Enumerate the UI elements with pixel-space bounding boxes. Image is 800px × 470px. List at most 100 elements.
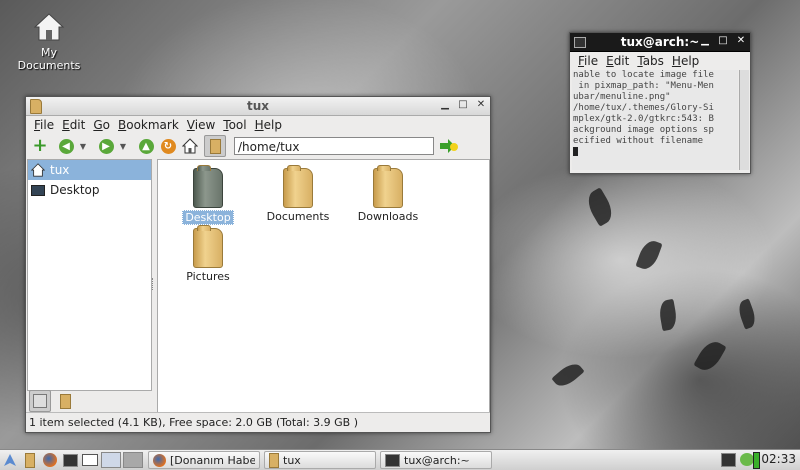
go-button[interactable] bbox=[439, 136, 459, 156]
maximize-button[interactable]: □ bbox=[718, 36, 728, 46]
terminal-cursor bbox=[573, 147, 578, 156]
file-name: Desktop bbox=[182, 210, 234, 225]
reload-button[interactable]: ↻ bbox=[158, 136, 178, 156]
tree-tab[interactable] bbox=[55, 391, 75, 411]
places-tab[interactable] bbox=[29, 390, 51, 412]
terminal-icon bbox=[385, 453, 400, 467]
menu-tabs[interactable]: Tabs bbox=[633, 54, 668, 68]
close-button[interactable]: ✕ bbox=[736, 36, 746, 46]
wallpaper-leaf bbox=[635, 237, 663, 273]
arch-logo-icon bbox=[4, 454, 16, 466]
taskbar-item-label: [Donanım Habe... bbox=[170, 453, 255, 467]
forward-button[interactable]: ▶ bbox=[96, 136, 116, 156]
terminal-icon bbox=[62, 453, 78, 467]
taskbar: [Donanım Habe... tux tux@arch:~ 02:33 bbox=[0, 449, 800, 470]
menu-go[interactable]: Go bbox=[89, 118, 114, 132]
side-pane-tabs bbox=[27, 390, 152, 412]
plus-icon: + bbox=[32, 135, 48, 156]
tray-monitor[interactable] bbox=[721, 453, 736, 467]
workspace-2[interactable] bbox=[123, 452, 143, 468]
close-button[interactable]: ✕ bbox=[476, 100, 486, 110]
desktop-icon-my-documents[interactable]: My Documents bbox=[8, 12, 90, 72]
file-manager-titlebar[interactable]: tux ▁ □ ✕ bbox=[26, 97, 490, 116]
menu-edit[interactable]: Edit bbox=[58, 118, 89, 132]
app-menu-button[interactable] bbox=[1, 452, 19, 468]
terminal-titlebar[interactable]: tux@arch:~ ▁ □ ✕ bbox=[570, 33, 750, 52]
menu-file[interactable]: File bbox=[30, 118, 58, 132]
browser-launcher[interactable] bbox=[41, 452, 59, 468]
file-item-pictures[interactable]: Pictures bbox=[168, 225, 248, 283]
sidebar-item-desktop[interactable]: Desktop bbox=[28, 180, 151, 200]
menu-help[interactable]: Help bbox=[251, 118, 286, 132]
file-item-desktop[interactable]: Desktop bbox=[168, 165, 248, 225]
tray-battery[interactable] bbox=[753, 452, 760, 469]
taskbar-item-terminal[interactable]: tux@arch:~ bbox=[380, 451, 492, 469]
menu-edit[interactable]: Edit bbox=[602, 54, 633, 68]
menu-tool[interactable]: Tool bbox=[219, 118, 250, 132]
sidebar-item-label: tux bbox=[50, 163, 70, 177]
file-view: Desktop Documents Downloads Pictures bbox=[157, 159, 490, 413]
desktop-icon-label: My Documents bbox=[17, 46, 81, 72]
folder-icon bbox=[193, 165, 223, 208]
wallpaper-leaf bbox=[693, 337, 727, 375]
forward-arrow-icon: ▶ bbox=[98, 138, 114, 154]
menubar: File Edit Go Bookmark View Tool Help bbox=[26, 116, 490, 134]
terminal-window: tux@arch:~ ▁ □ ✕ File Edit Tabs Help nab… bbox=[569, 32, 751, 174]
menu-bookmark[interactable]: Bookmark bbox=[114, 118, 183, 132]
sidebar-item-tux[interactable]: tux bbox=[28, 160, 151, 180]
terminal-scrollbar[interactable] bbox=[739, 70, 749, 170]
forward-history-dropdown[interactable]: ▼ bbox=[118, 142, 128, 151]
terminal-line: in pixmap_path: "Menu-Men bbox=[573, 81, 714, 91]
minimize-button[interactable]: ▁ bbox=[700, 36, 710, 46]
folder-icon bbox=[59, 393, 71, 409]
tray-network[interactable] bbox=[740, 453, 754, 466]
home-button[interactable] bbox=[180, 136, 200, 156]
terminal-line: ecified without filename bbox=[573, 136, 704, 146]
drive-icon bbox=[33, 394, 47, 408]
taskbar-item-label: tux bbox=[283, 453, 301, 467]
folder-icon bbox=[283, 165, 313, 208]
home-icon bbox=[182, 138, 198, 154]
window-title: tux bbox=[246, 99, 270, 113]
menu-help[interactable]: Help bbox=[668, 54, 703, 68]
file-name: Downloads bbox=[357, 210, 419, 223]
file-manager-launcher[interactable] bbox=[21, 452, 39, 468]
home-icon bbox=[33, 12, 65, 42]
back-history-dropdown[interactable]: ▼ bbox=[78, 142, 88, 151]
minimize-button[interactable]: ▁ bbox=[440, 100, 450, 110]
taskbar-item-label: tux@arch:~ bbox=[404, 453, 470, 467]
folder-icon bbox=[269, 452, 279, 468]
view-toggle-button[interactable] bbox=[204, 135, 226, 157]
clock[interactable]: 02:33 bbox=[761, 452, 796, 466]
terminal-launcher[interactable] bbox=[61, 452, 79, 468]
terminal-line: nable to locate image file bbox=[573, 70, 714, 80]
taskbar-item-file-manager[interactable]: tux bbox=[264, 451, 376, 469]
terminal-output[interactable]: nable to locate image file in pixmap_pat… bbox=[572, 70, 738, 170]
file-item-downloads[interactable]: Downloads bbox=[348, 165, 428, 223]
file-name: Documents bbox=[266, 210, 330, 223]
folder-icon bbox=[209, 138, 221, 154]
show-desktop-button[interactable] bbox=[81, 452, 99, 468]
pane-splitter[interactable] bbox=[152, 278, 156, 290]
workspace-1[interactable] bbox=[101, 452, 121, 468]
menu-view[interactable]: View bbox=[183, 118, 219, 132]
sidebar-item-label: Desktop bbox=[50, 183, 100, 197]
terminal-line: /home/tux/.themes/Glory-Si bbox=[573, 103, 714, 113]
maximize-button[interactable]: □ bbox=[458, 100, 468, 110]
home-icon bbox=[31, 163, 45, 177]
toolbar: + ◀ ▼ ▶ ▼ ▲ ↻ /home/tux bbox=[26, 134, 490, 158]
new-tab-button[interactable]: + bbox=[30, 136, 50, 156]
taskbar-item-browser[interactable]: [Donanım Habe... bbox=[148, 451, 260, 469]
up-button[interactable]: ▲ bbox=[136, 136, 156, 156]
file-item-documents[interactable]: Documents bbox=[258, 165, 338, 223]
folder-icon bbox=[373, 165, 403, 208]
back-button[interactable]: ◀ bbox=[56, 136, 76, 156]
location-input[interactable]: /home/tux bbox=[234, 137, 434, 155]
windows-icon bbox=[82, 454, 98, 466]
terminal-line: ubar/menuline.png" bbox=[573, 92, 671, 102]
menu-file[interactable]: File bbox=[574, 54, 602, 68]
terminal-line: mplex/gtk-2.0/gtkrc:543: B bbox=[573, 114, 714, 124]
wallpaper-leaf bbox=[735, 298, 759, 330]
wallpaper-leaf bbox=[582, 187, 618, 227]
file-manager-window: tux ▁ □ ✕ File Edit Go Bookmark View Too… bbox=[25, 96, 491, 433]
